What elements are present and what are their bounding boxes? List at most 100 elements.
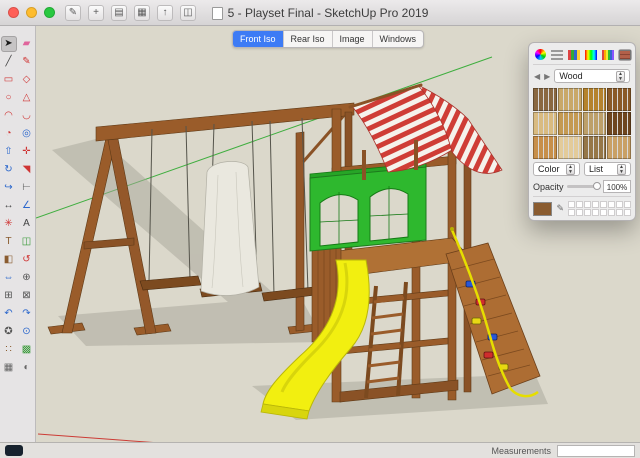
list-dropdown[interactable]: List ▲ ▼: [584, 162, 631, 176]
mini-swatch-13[interactable]: [608, 209, 615, 216]
scene-tab-front-iso[interactable]: Front Iso: [233, 31, 284, 47]
offset-tool[interactable]: ◎: [19, 126, 35, 142]
crayons-tab[interactable]: [601, 49, 615, 61]
section-plane-tool[interactable]: ◫: [19, 234, 35, 250]
walk-tool[interactable]: ∷: [1, 342, 17, 358]
forward-arrow-icon[interactable]: ▶: [544, 72, 550, 81]
mini-swatch-9[interactable]: [576, 209, 583, 216]
windows-icon[interactable]: ◫: [180, 4, 196, 21]
color-dropdown[interactable]: Color ▲ ▼: [533, 162, 580, 176]
mini-swatch-5[interactable]: [608, 201, 615, 208]
pan-tool[interactable]: ⇔: [1, 270, 17, 286]
mini-swatch-11[interactable]: [592, 209, 599, 216]
mini-swatch-7[interactable]: [624, 201, 631, 208]
zoom-window-tool[interactable]: ⊞: [1, 288, 17, 304]
zoom-extents-tool[interactable]: ⊠: [19, 288, 35, 304]
color-palettes-tab[interactable]: [567, 49, 581, 61]
material-swatch-7[interactable]: [607, 112, 631, 135]
paint-sample-icon[interactable]: ✎: [556, 203, 564, 214]
mini-swatch-0[interactable]: [568, 201, 575, 208]
mini-swatch-8[interactable]: [568, 209, 575, 216]
image-palettes-tab[interactable]: [584, 49, 598, 61]
minimize-button[interactable]: [26, 7, 37, 18]
freehand-tool[interactable]: ✎: [19, 54, 35, 70]
move-tool[interactable]: ✛: [19, 144, 35, 160]
zoom-tool[interactable]: ⊕: [19, 270, 35, 286]
material-swatch-2[interactable]: [582, 88, 607, 111]
mini-swatch-3[interactable]: [592, 201, 599, 208]
textures-tab[interactable]: [618, 48, 632, 61]
material-swatch-0[interactable]: [533, 88, 557, 111]
circle-tool[interactable]: ○: [1, 90, 17, 106]
edit-icon[interactable]: ✎: [65, 4, 81, 21]
position-camera-tool[interactable]: ✪: [1, 324, 17, 340]
mini-swatch-12[interactable]: [600, 209, 607, 216]
eraser-tool[interactable]: ▰: [19, 36, 35, 52]
green-window-panel[interactable]: [309, 162, 427, 252]
two-point-arc-tool[interactable]: ◡: [19, 108, 35, 124]
mini-swatch-6[interactable]: [616, 201, 623, 208]
mini-swatch-15[interactable]: [624, 209, 631, 216]
mini-swatch-4[interactable]: [600, 201, 607, 208]
zoom-button[interactable]: [44, 7, 55, 18]
shadows-tool[interactable]: ◐: [19, 360, 35, 376]
paint-bucket-tool[interactable]: ◧: [1, 252, 17, 268]
pie-tool[interactable]: ◔: [1, 126, 17, 142]
scene-tab-windows[interactable]: Windows: [373, 31, 424, 47]
color-wheel-tab[interactable]: [534, 48, 547, 61]
mini-swatch-10[interactable]: [584, 209, 591, 216]
polygon-tool[interactable]: △: [19, 90, 35, 106]
mini-swatch-14[interactable]: [616, 209, 623, 216]
select-tool[interactable]: ➤: [0, 36, 17, 52]
scene-tab-rear-iso[interactable]: Rear Iso: [284, 31, 333, 47]
close-button[interactable]: [8, 7, 19, 18]
axes-tool[interactable]: ✳: [1, 216, 17, 232]
arc-tool[interactable]: ◠: [1, 108, 17, 124]
push-pull-tool[interactable]: ⇧: [1, 144, 17, 160]
next-view-tool[interactable]: ↷: [19, 306, 35, 322]
material-swatch-4[interactable]: [533, 112, 557, 135]
mini-swatch-2[interactable]: [584, 201, 591, 208]
line-tool[interactable]: ╱: [1, 54, 17, 70]
add-icon[interactable]: +: [88, 4, 104, 21]
opacity-value: 100%: [603, 180, 631, 193]
active-material-swatch[interactable]: [533, 201, 553, 216]
orbit-tool[interactable]: ↺: [19, 252, 35, 268]
back-arrow-icon[interactable]: ◀: [534, 72, 540, 81]
collection-dropdown[interactable]: Wood ▲ ▼: [554, 69, 630, 83]
material-swatch-9[interactable]: [557, 136, 582, 159]
model-canvas[interactable]: Front Iso Rear Iso Image Windows ◀ ▶ Wood ▲…: [36, 26, 640, 442]
rotate-tool[interactable]: ↻: [1, 162, 17, 178]
material-swatch-3[interactable]: [607, 88, 631, 111]
section-fill-tool[interactable]: ▩: [19, 342, 35, 358]
follow-me-tool[interactable]: ↪: [1, 180, 17, 196]
material-swatch-11[interactable]: [607, 136, 631, 159]
3d-text-tool[interactable]: T: [1, 234, 17, 250]
color-sliders-tab[interactable]: [550, 49, 564, 61]
mini-swatch-1[interactable]: [576, 201, 583, 208]
panels-icon[interactable]: ▦: [134, 4, 150, 21]
rectangle-tool[interactable]: ▭: [1, 72, 17, 88]
material-swatch-5[interactable]: [557, 112, 582, 135]
scale-tool[interactable]: ◥: [19, 162, 35, 178]
material-swatch-6[interactable]: [582, 112, 607, 135]
opacity-slider[interactable]: [566, 182, 601, 190]
opacity-slider-knob[interactable]: [593, 182, 601, 190]
protractor-tool[interactable]: ∠: [19, 198, 35, 214]
rotated-rectangle-tool[interactable]: ◇: [19, 72, 35, 88]
material-swatch-1[interactable]: [557, 88, 582, 111]
materials-panel: ◀ ▶ Wood ▲ ▼ Color ▲ ▼ List ▲ ▼ Opacity …: [528, 42, 636, 221]
help-context-icon[interactable]: [5, 445, 23, 456]
scene-tab-image[interactable]: Image: [333, 31, 373, 47]
dimensions-tool[interactable]: ↔: [1, 198, 17, 214]
material-swatch-8[interactable]: [533, 136, 557, 159]
text-tool[interactable]: A: [19, 216, 35, 232]
previous-view-tool[interactable]: ↶: [1, 306, 17, 322]
share-icon[interactable]: ↑: [157, 4, 173, 21]
x-ray-tool[interactable]: ▦: [1, 360, 17, 376]
tape-measure-tool[interactable]: ⊢: [19, 180, 35, 196]
material-swatch-10[interactable]: [582, 136, 607, 159]
measurements-input[interactable]: [557, 444, 635, 457]
look-around-tool[interactable]: ⊙: [19, 324, 35, 340]
layers-icon[interactable]: ▤: [111, 4, 127, 21]
